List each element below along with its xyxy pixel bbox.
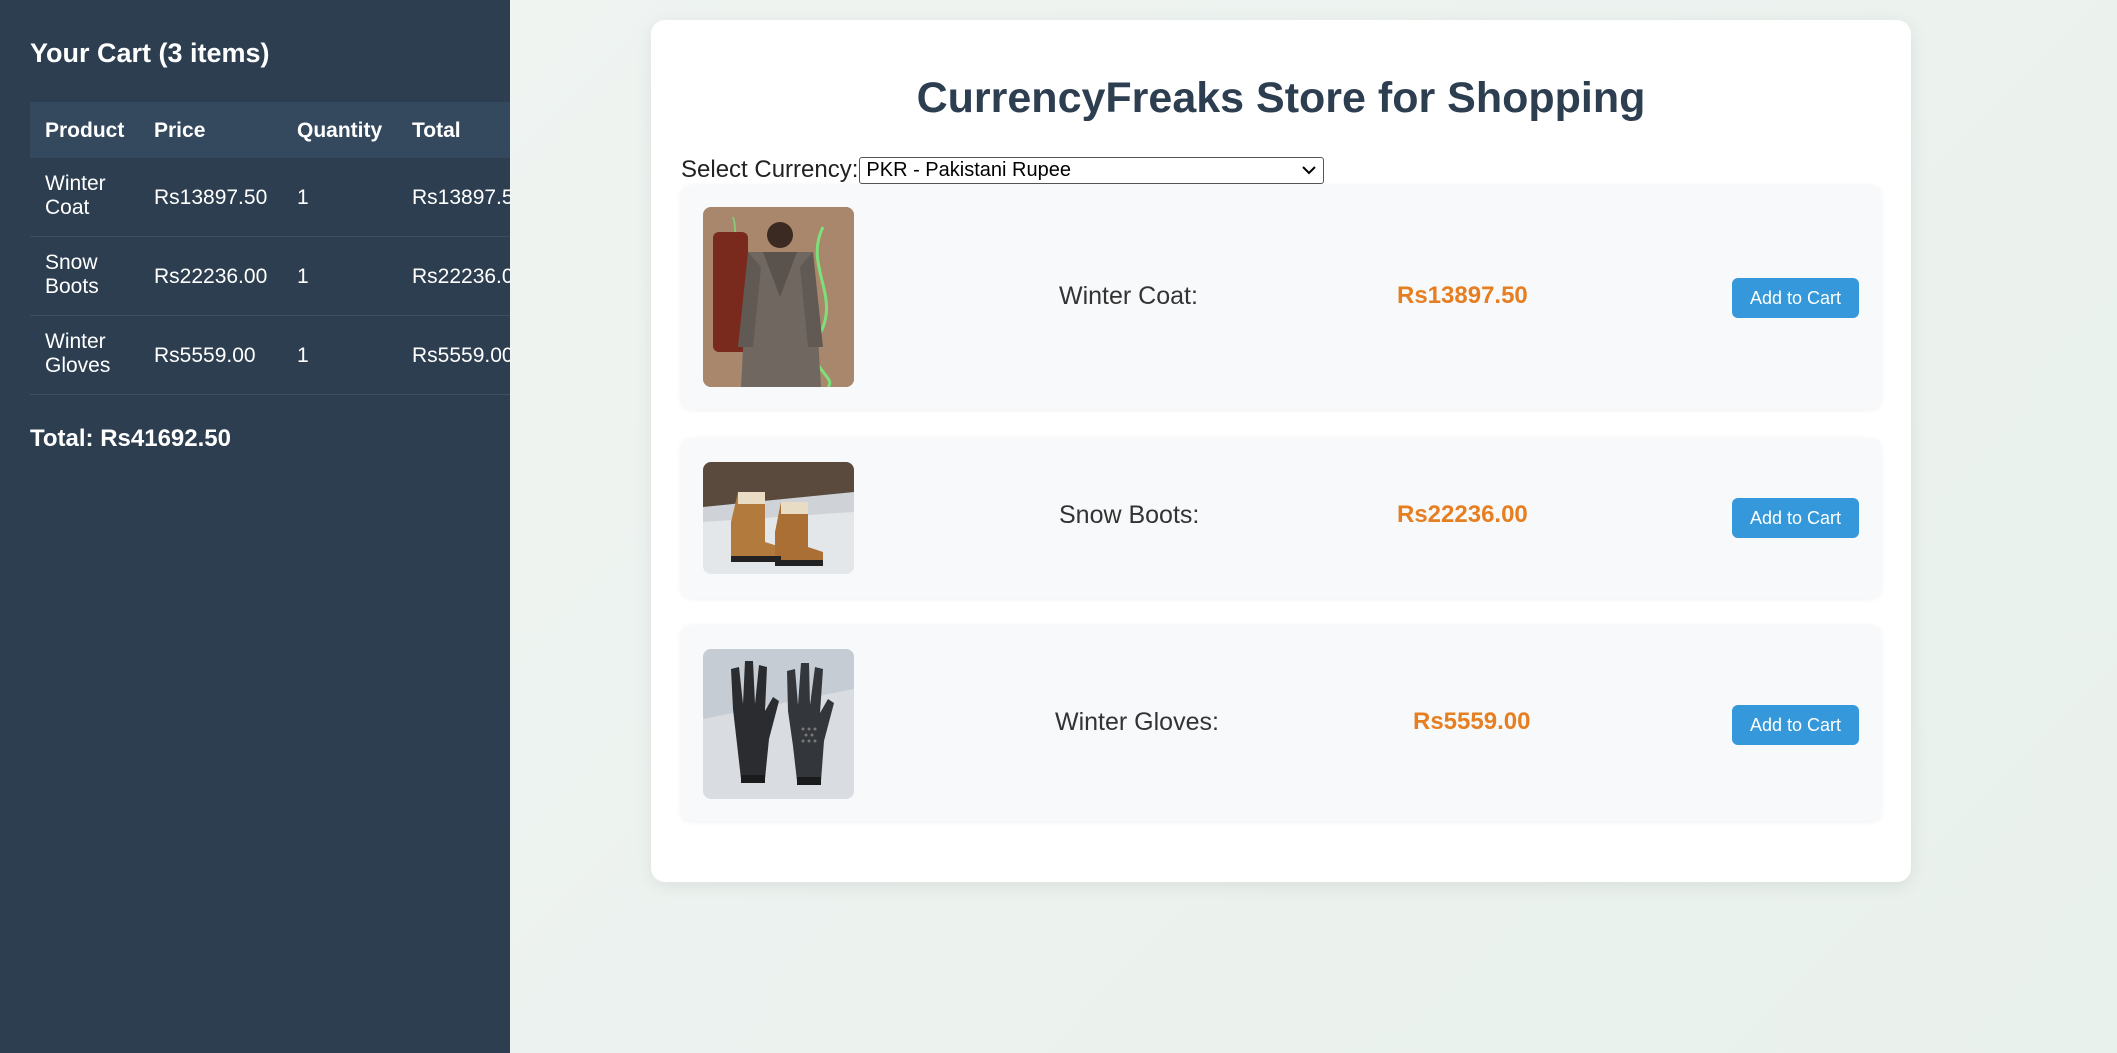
cart-row-quantity: 1 bbox=[297, 186, 309, 209]
cart-row-total: Rs13897.50 bbox=[412, 186, 510, 209]
product-name: Winter Gloves: bbox=[1055, 708, 1219, 736]
header-product: Product bbox=[45, 119, 125, 142]
product-card-snow-boots: Snow Boots: Rs22236.00 Add to Cart bbox=[681, 438, 1881, 598]
cart-row-price: Rs22236.00 bbox=[154, 265, 268, 288]
currency-label: Select Currency: bbox=[681, 156, 859, 183]
winter-coat-image bbox=[703, 207, 854, 387]
header-quantity: Quantity bbox=[297, 119, 383, 142]
cart-row-price: Rs5559.00 bbox=[154, 344, 256, 367]
header-price: Price bbox=[154, 119, 206, 142]
page-title: CurrencyFreaks Store for Shopping bbox=[916, 74, 1646, 122]
cart-row-product: Snow Boots bbox=[45, 251, 99, 298]
product-price: Rs5559.00 bbox=[1413, 708, 1531, 735]
cart-row-quantity: 1 bbox=[297, 265, 309, 288]
currency-selector-row: Select Currency: PKR - Pakistani Rupee bbox=[681, 156, 1325, 184]
snow-boots-image bbox=[703, 462, 854, 574]
cart-row-product: Winter Coat bbox=[45, 172, 106, 219]
cart-table-header: Product Price Quantity Total bbox=[30, 102, 510, 158]
cart-row-quantity: 1 bbox=[297, 344, 309, 367]
cart-title: Your Cart (3 items) bbox=[30, 38, 270, 68]
product-name: Snow Boots: bbox=[1059, 501, 1200, 529]
cart-row: Winter Gloves Rs5559.00 1 Rs5559.00 bbox=[30, 316, 510, 395]
product-name: Winter Coat: bbox=[1059, 282, 1198, 310]
product-card-winter-coat: Winter Coat: Rs13897.50 Add to Cart bbox=[681, 185, 1881, 409]
cart-sidebar: Your Cart (3 items) Product Price Quanti… bbox=[0, 0, 510, 1053]
cart-grand-total: Total: Rs41692.50 bbox=[30, 425, 231, 452]
cart-table: Product Price Quantity Total Winter Coat… bbox=[30, 102, 510, 395]
add-to-cart-button[interactable]: Add to Cart bbox=[1732, 705, 1859, 745]
add-to-cart-button[interactable]: Add to Cart bbox=[1732, 278, 1859, 318]
cart-row-total: Rs22236.00 bbox=[412, 265, 510, 288]
add-to-cart-button[interactable]: Add to Cart bbox=[1732, 498, 1859, 538]
cart-row-price: Rs13897.50 bbox=[154, 186, 268, 209]
cart-row: Snow Boots Rs22236.00 1 Rs22236.00 bbox=[30, 237, 510, 316]
product-price: Rs22236.00 bbox=[1397, 501, 1528, 528]
currency-select-value: PKR - Pakistani Rupee bbox=[866, 158, 1071, 181]
product-price: Rs13897.50 bbox=[1397, 282, 1528, 309]
store-panel: CurrencyFreaks Store for Shopping Select… bbox=[651, 20, 1911, 882]
cart-row-product: Winter Gloves bbox=[45, 330, 111, 377]
header-total: Total bbox=[412, 119, 461, 142]
winter-gloves-image bbox=[703, 649, 854, 799]
chevron-down-icon bbox=[1301, 162, 1317, 178]
currency-select[interactable]: PKR - Pakistani Rupee bbox=[859, 156, 1325, 184]
cart-row-total: Rs5559.00 bbox=[412, 344, 510, 367]
cart-row: Winter Coat Rs13897.50 1 Rs13897.50 bbox=[30, 158, 510, 237]
product-card-winter-gloves: Winter Gloves: Rs5559.00 Add to Cart bbox=[681, 625, 1881, 821]
